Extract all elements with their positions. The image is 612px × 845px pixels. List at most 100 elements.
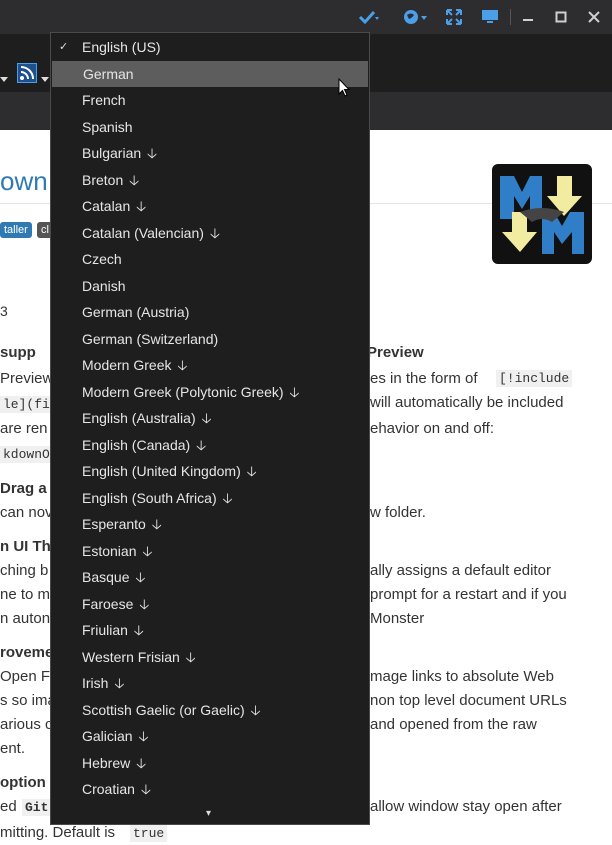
menu-item[interactable]: German — [52, 60, 368, 87]
preview-text: Drag a — [0, 480, 47, 497]
menu-item[interactable]: English (Australia) 🡣 — [51, 405, 369, 432]
preview-text: arious c — [0, 716, 53, 733]
menu-item-label: Catalan (Valencian) — [82, 224, 204, 241]
menu-item[interactable]: Irish 🡣 — [51, 670, 369, 697]
download-arrow-icon: 🡣 — [177, 357, 188, 373]
menu-item[interactable]: Czech — [51, 246, 369, 273]
titlebar-separator — [510, 9, 511, 25]
menu-item[interactable]: ✓ English (US) — [51, 34, 369, 61]
menu-item[interactable]: Modern Greek 🡣 — [51, 352, 369, 379]
code-true: true — [130, 825, 168, 842]
download-arrow-icon: 🡣 — [142, 542, 153, 559]
rss-icon[interactable] — [17, 63, 37, 88]
menu-item-label: Breton — [82, 171, 124, 188]
preview-text: are ren — [0, 420, 48, 437]
menu-item[interactable]: Western Frisian 🡣 — [51, 644, 369, 671]
menu-item[interactable]: German (Austria) — [51, 299, 369, 326]
close-button[interactable] — [582, 6, 606, 28]
preview-code: le](fi — [0, 396, 53, 413]
menu-item-label: Danish — [82, 277, 126, 294]
preview-text: n auton — [0, 610, 51, 627]
menu-item[interactable]: Galician 🡣 — [51, 723, 369, 750]
menu-item-label: German — [83, 65, 134, 82]
menu-item-label: Faroese — [82, 595, 134, 612]
preview-text: ed — [0, 798, 17, 815]
fullscreen-icon[interactable] — [444, 6, 464, 28]
language-dropdown-menu: ✓ English (US) German French Spanish Bulg… — [50, 32, 370, 825]
download-arrow-icon: 🡣 — [136, 754, 147, 771]
menu-item-label: Hebrew — [82, 754, 131, 771]
menu-item[interactable]: Bulgarian 🡣 — [51, 140, 369, 167]
menu-item[interactable]: Hebrew 🡣 — [51, 750, 369, 777]
menu-item[interactable]: English (South Africa) 🡣 — [51, 485, 369, 512]
download-arrow-icon: 🡣 — [201, 410, 212, 426]
menu-item[interactable]: Friulian 🡣 — [51, 617, 369, 644]
menu-item-label: Irish — [82, 675, 109, 691]
menu-item[interactable]: Scottish Gaelic (or Gaelic) 🡣 — [51, 697, 369, 724]
preview-text: ne to m — [0, 586, 51, 603]
menu-item-label: Esperanto — [82, 516, 146, 532]
markdown-monster-logo — [492, 164, 592, 264]
download-arrow-icon: 🡣 — [289, 383, 300, 400]
menu-item[interactable]: German (Switzerland) — [51, 326, 369, 353]
download-arrow-icon: 🡣 — [129, 171, 140, 188]
menu-item-label: German (Austria) — [82, 304, 190, 320]
download-arrow-icon: 🡣 — [140, 781, 151, 797]
spell-check-icon[interactable] — [354, 6, 384, 28]
menu-item[interactable]: Catalan (Valencian) 🡣 — [51, 220, 369, 247]
mouse-cursor-icon — [338, 77, 351, 102]
menu-item-label: English (United Kingdom) — [82, 463, 241, 479]
preview-text: and opened from the raw — [370, 716, 537, 733]
checkmark-icon: ✓ — [59, 41, 69, 53]
menu-item[interactable]: Spanish — [51, 114, 369, 141]
menu-item-label: Modern Greek (Polytonic Greek) — [82, 383, 284, 400]
menu-item-label: Modern Greek — [82, 357, 172, 373]
menu-item[interactable]: Esperanto 🡣 — [51, 511, 369, 538]
scroll-down-icon[interactable]: ▾ — [206, 808, 211, 819]
preview-text: Open F — [0, 668, 51, 685]
menu-item[interactable]: Breton 🡣 — [51, 167, 369, 194]
monitor-icon[interactable] — [479, 6, 501, 28]
preview-text: ehavior on and off: — [370, 420, 494, 437]
menu-item[interactable]: Faroese 🡣 — [51, 591, 369, 618]
menu-item[interactable]: Estonian 🡣 — [51, 538, 369, 565]
preview-text: ally assigns a default editor — [370, 562, 551, 579]
menu-item-label: Scottish Gaelic (or Gaelic) — [82, 701, 245, 718]
download-arrow-icon: 🡣 — [151, 516, 162, 532]
menu-item[interactable]: English (Canada) 🡣 — [51, 432, 369, 459]
menu-item-label: English (Australia) — [82, 410, 196, 426]
menu-item-label: Catalan — [82, 198, 131, 214]
preview-text: w folder. — [370, 504, 426, 521]
preview-text: can nov — [0, 504, 53, 521]
preview-text: ent. — [0, 740, 26, 757]
download-arrow-icon: 🡣 — [135, 569, 146, 585]
badge-installer[interactable]: taller — [0, 222, 32, 238]
dropdown-arrow-icon[interactable] — [0, 70, 8, 88]
maximize-button[interactable] — [549, 6, 573, 28]
globe-icon[interactable] — [400, 6, 432, 28]
menu-item[interactable]: Basque 🡣 — [51, 564, 369, 591]
menu-item[interactable]: Croatian 🡣 — [51, 776, 369, 803]
download-arrow-icon: 🡣 — [222, 489, 233, 506]
menu-item-label: French — [82, 92, 126, 108]
preview-text: allow window stay open after — [370, 798, 562, 815]
title-bar — [0, 0, 612, 34]
preview-text: es in the form of — [370, 370, 478, 387]
menu-item[interactable]: French — [51, 87, 369, 114]
preview-text: prompt for a restart and if you — [370, 586, 567, 603]
rss-dropdown-icon[interactable] — [41, 70, 49, 88]
menu-item-label: English (US) — [82, 39, 161, 55]
minimize-button[interactable] — [516, 6, 540, 28]
menu-item[interactable]: Modern Greek (Polytonic Greek) 🡣 — [51, 379, 369, 406]
menu-item-label: Basque — [82, 569, 130, 585]
menu-item[interactable]: Catalan 🡣 — [51, 193, 369, 220]
menu-item[interactable]: Danish — [51, 273, 369, 300]
menu-item-label: Czech — [82, 251, 122, 267]
menu-item-label: Estonian — [82, 542, 137, 559]
menu-item-label: English (South Africa) — [82, 489, 217, 506]
preview-text: roveme — [0, 644, 54, 661]
menu-item[interactable]: English (United Kingdom) 🡣 — [51, 458, 369, 485]
page-title-fragment: own — [0, 166, 48, 196]
download-arrow-icon: 🡣 — [246, 463, 257, 479]
preview-text: Preview — [367, 344, 424, 361]
